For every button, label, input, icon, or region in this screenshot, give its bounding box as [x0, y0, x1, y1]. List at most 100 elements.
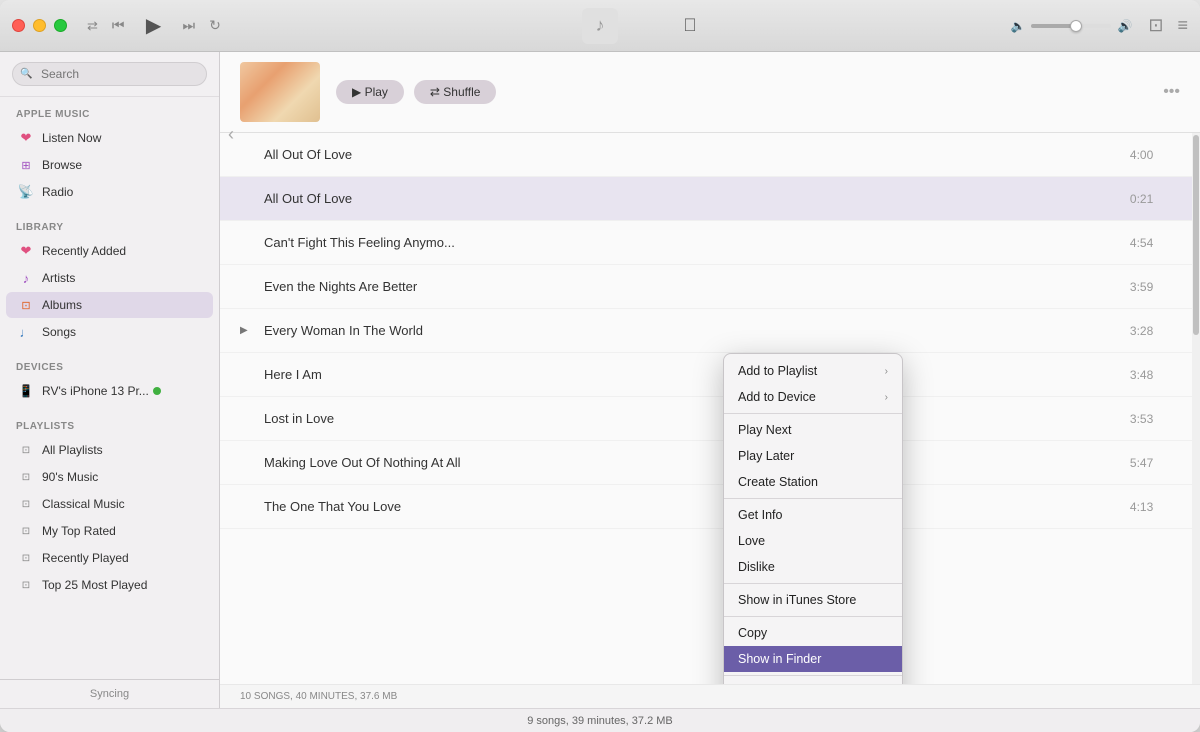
back-button[interactable]: ‹ — [228, 124, 234, 145]
sidebar-item-top-25[interactable]: ⊡ Top 25 Most Played — [6, 572, 213, 598]
music-note-icon: ♪ — [582, 8, 618, 44]
context-copy[interactable]: Copy — [724, 620, 902, 646]
sidebar-item-iphone[interactable]: 📱 RV's iPhone 13 Pr... — [6, 378, 213, 404]
context-dislike[interactable]: Dislike — [724, 554, 902, 580]
next-button[interactable]: ⏭ — [183, 17, 196, 34]
minimize-button[interactable] — [33, 19, 46, 32]
context-get-info[interactable]: Get Info — [724, 502, 902, 528]
sidebar-section-devices: Devices 📱 RV's iPhone 13 Pr... — [0, 350, 219, 409]
sidebar-item-songs[interactable]: ♩ Songs — [6, 319, 213, 345]
song-title: Lost in Love — [264, 411, 1130, 426]
search-wrapper — [12, 62, 207, 86]
dislike-label: Dislike — [738, 560, 775, 574]
albums-icon: ⊡ — [18, 297, 34, 313]
browse-label: Browse — [42, 158, 82, 172]
sidebar-item-listen-now[interactable]: ❤ Listen Now — [6, 125, 213, 151]
search-input[interactable] — [12, 62, 207, 86]
volume-slider[interactable] — [1031, 24, 1111, 28]
love-label: Love — [738, 534, 765, 548]
context-show-finder[interactable]: Show in Finder — [724, 646, 902, 672]
sidebar-item-90s[interactable]: ⊡ 90's Music — [6, 464, 213, 490]
song-row[interactable]: Here I Am 3:48 ••• — [220, 353, 1200, 397]
song-title: Making Love Out Of Nothing At All — [264, 455, 1130, 470]
artists-icon: ♪ — [18, 270, 34, 286]
status-bar: 9 songs, 39 minutes, 37.2 MB — [0, 708, 1200, 732]
context-love[interactable]: Love — [724, 528, 902, 554]
content-area: ‹ ▶ Play ⇄ Shuffle ••• All Out Of Love 4… — [220, 52, 1200, 708]
play-button[interactable]: ▶ Play — [336, 80, 404, 104]
menu-divider — [724, 616, 902, 617]
radio-label: Radio — [42, 185, 73, 199]
context-create-station[interactable]: Create Station — [724, 469, 902, 495]
context-add-to-device[interactable]: Add to Device › — [724, 384, 902, 410]
context-menu: Add to Playlist › Add to Device › Play N… — [723, 353, 903, 684]
top-25-icon: ⊡ — [18, 577, 34, 593]
sidebar-section-library: Library ❤ Recently Added ♪ Artists ⊡ Alb… — [0, 210, 219, 350]
song-row[interactable]: ▶ Every Woman In The World 3:28 ••• — [220, 309, 1200, 353]
song-count-label: 10 SONGS, 40 MINUTES, 37.6 MB — [240, 691, 397, 702]
shuffle-button[interactable]: ⇄ Shuffle — [414, 80, 497, 104]
song-duration: 4:54 — [1130, 236, 1153, 250]
song-row[interactable]: All Out Of Love 0:21 ••• — [220, 177, 1200, 221]
play-next-label: Play Next — [738, 423, 792, 437]
prev-button[interactable]: ⏮ — [112, 17, 125, 34]
sidebar-item-albums[interactable]: ⊡ Albums — [6, 292, 213, 318]
sidebar-item-top-rated[interactable]: ⊡ My Top Rated — [6, 518, 213, 544]
sidebar-item-recently-played[interactable]: ⊡ Recently Played — [6, 545, 213, 571]
menu-button[interactable]: ≡ — [1177, 15, 1188, 36]
titlebar-right-actions: ⊡ ≡ — [1148, 15, 1188, 36]
song-title: The One That You Love — [264, 499, 1130, 514]
song-title: Even the Nights Are Better — [264, 279, 1130, 294]
repeat-button[interactable]: ↻ — [209, 17, 221, 34]
header-actions: ▶ Play ⇄ Shuffle — [336, 80, 496, 104]
sidebar-item-radio[interactable]: 📡 Radio — [6, 179, 213, 205]
context-play-next[interactable]: Play Next — [724, 417, 902, 443]
shuffle-button[interactable]: ⇄ — [87, 18, 98, 34]
sidebar-section-apple-music: Apple Music ❤ Listen Now ⊞ Browse 📡 Radi… — [0, 97, 219, 210]
song-row[interactable]: Lost in Love 3:53 ••• — [220, 397, 1200, 441]
section-header-apple-music: Apple Music — [0, 105, 219, 124]
maximize-button[interactable] — [54, 19, 67, 32]
context-delete-library[interactable]: Delete from Library — [724, 679, 902, 684]
now-playing-area: ♪ — [582, 8, 618, 44]
main-area: Apple Music ❤ Listen Now ⊞ Browse 📡 Radi… — [0, 52, 1200, 708]
song-row[interactable]: Even the Nights Are Better 3:59 ••• — [220, 265, 1200, 309]
song-row[interactable]: Can't Fight This Feeling Anymo... 4:54 •… — [220, 221, 1200, 265]
sidebar-item-all-playlists[interactable]: ⊡ All Playlists — [6, 437, 213, 463]
classical-label: Classical Music — [42, 497, 125, 511]
sidebar-item-classical[interactable]: ⊡ Classical Music — [6, 491, 213, 517]
submenu-arrow: › — [885, 392, 888, 403]
create-station-label: Create Station — [738, 475, 818, 489]
song-duration: 3:28 — [1130, 324, 1153, 338]
song-row[interactable]: All Out Of Love 4:00 ••• — [220, 133, 1200, 177]
sidebar-item-artists[interactable]: ♪ Artists — [6, 265, 213, 291]
sidebar-item-recently-added[interactable]: ❤ Recently Added — [6, 238, 213, 264]
sidebar-section-playlists: Playlists ⊡ All Playlists ⊡ 90's Music ⊡… — [0, 409, 219, 603]
titlebar: ⇄ ⏮ ▶ ⏭ ↻ ♪  🔈 🔊 ⊡ ≡ — [0, 0, 1200, 52]
close-button[interactable] — [12, 19, 25, 32]
volume-thumb[interactable] — [1070, 20, 1082, 32]
scrollbar-thumb[interactable] — [1193, 135, 1199, 335]
sidebar-footer: Syncing — [0, 679, 219, 708]
traffic-lights — [12, 19, 67, 32]
scrollbar[interactable] — [1192, 133, 1200, 684]
song-title: Here I Am — [264, 367, 1130, 382]
context-show-itunes[interactable]: Show in iTunes Store — [724, 587, 902, 613]
lyrics-button[interactable]: ⊡ — [1148, 15, 1163, 36]
sidebar-item-browse[interactable]: ⊞ Browse — [6, 152, 213, 178]
volume-high-icon: 🔊 — [1117, 19, 1132, 33]
context-add-to-playlist[interactable]: Add to Playlist › — [724, 358, 902, 384]
context-play-later[interactable]: Play Later — [724, 443, 902, 469]
song-row[interactable]: The One That You Love 4:13 ••• — [220, 485, 1200, 529]
song-duration: 4:13 — [1130, 500, 1153, 514]
recently-added-label: Recently Added — [42, 244, 126, 258]
song-row[interactable]: Making Love Out Of Nothing At All 5:47 •… — [220, 441, 1200, 485]
song-duration: 3:48 — [1130, 368, 1153, 382]
albums-label: Albums — [42, 298, 82, 312]
volume-low-icon: 🔈 — [1010, 19, 1025, 33]
content-footer: 10 SONGS, 40 MINUTES, 37.6 MB — [220, 684, 1200, 708]
search-bar — [0, 52, 219, 97]
transport-controls: ⇄ ⏮ ▶ ⏭ ↻ — [87, 11, 221, 41]
more-options-button[interactable]: ••• — [1163, 83, 1180, 101]
play-pause-button[interactable]: ▶ — [139, 11, 169, 41]
